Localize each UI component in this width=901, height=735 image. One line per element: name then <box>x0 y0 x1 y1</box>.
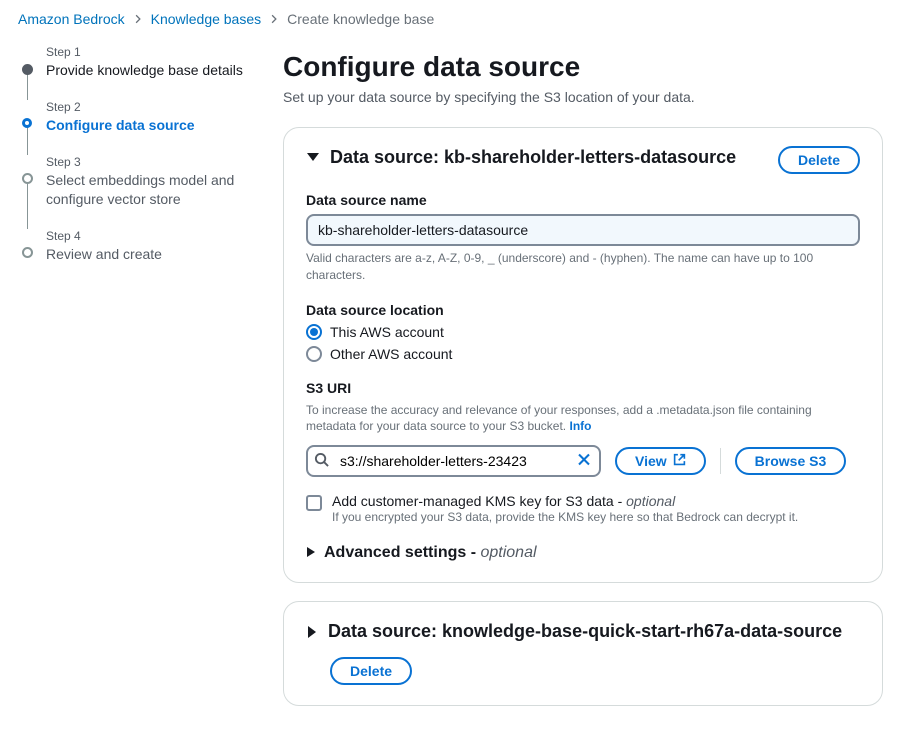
kms-label: Add customer-managed KMS key for S3 data… <box>332 493 798 509</box>
radio-this-account[interactable]: This AWS account <box>306 324 860 340</box>
step-title: Review and create <box>46 245 248 264</box>
caret-right-icon <box>306 545 316 561</box>
caret-right-icon[interactable] <box>306 625 318 639</box>
s3-uri-label: S3 URI <box>306 380 860 396</box>
panel-title: Data source: knowledge-base-quick-start-… <box>328 620 842 643</box>
location-label: Data source location <box>306 302 860 318</box>
info-link[interactable]: Info <box>569 419 591 433</box>
radio-label: This AWS account <box>330 324 444 340</box>
s3-uri-hint: To increase the accuracy and relevance o… <box>306 402 860 436</box>
page-subtitle: Set up your data source by specifying th… <box>283 89 883 105</box>
data-source-panel-2: Data source: knowledge-base-quick-start-… <box>283 601 883 706</box>
advanced-settings-toggle[interactable]: Advanced settings - optional <box>306 544 860 562</box>
view-button[interactable]: View <box>615 447 706 475</box>
step-label: Step 1 <box>46 45 248 59</box>
step-1[interactable]: Step 1 Provide knowledge base details <box>22 45 248 100</box>
data-source-name-hint: Valid characters are a-z, A-Z, 0-9, _ (u… <box>306 250 860 284</box>
clear-icon[interactable] <box>573 449 595 474</box>
radio-checked-icon <box>306 324 322 340</box>
step-4[interactable]: Step 4 Review and create <box>22 229 248 284</box>
search-icon <box>314 452 329 470</box>
breadcrumb-link-kb[interactable]: Knowledge bases <box>151 11 262 27</box>
data-source-name-label: Data source name <box>306 192 860 208</box>
advanced-settings-label: Advanced settings - optional <box>324 544 537 562</box>
browse-s3-button[interactable]: Browse S3 <box>735 447 847 475</box>
kms-hint: If you encrypted your S3 data, provide t… <box>332 509 798 526</box>
breadcrumb-link-bedrock[interactable]: Amazon Bedrock <box>18 11 125 27</box>
s3-uri-input[interactable] <box>306 445 601 477</box>
kms-checkbox[interactable] <box>306 495 322 511</box>
step-bullet-icon <box>22 173 33 184</box>
step-2[interactable]: Step 2 Configure data source <box>22 100 248 155</box>
external-link-icon <box>673 453 686 469</box>
panel-title: Data source: kb-shareholder-letters-data… <box>330 146 736 169</box>
step-bullet-icon <box>22 247 33 258</box>
step-title: Configure data source <box>46 116 248 135</box>
main-content: Configure data source Set up your data s… <box>283 45 883 724</box>
radio-other-account[interactable]: Other AWS account <box>306 346 860 362</box>
step-label: Step 3 <box>46 155 248 169</box>
delete-button[interactable]: Delete <box>778 146 860 174</box>
page-title: Configure data source <box>283 51 883 83</box>
step-3[interactable]: Step 3 Select embeddings model and confi… <box>22 155 248 229</box>
chevron-right-icon <box>269 11 279 27</box>
wizard-steps: Step 1 Provide knowledge base details St… <box>18 45 248 724</box>
delete-button[interactable]: Delete <box>330 657 412 685</box>
data-source-panel-1: Data source: kb-shareholder-letters-data… <box>283 127 883 583</box>
step-bullet-done-icon <box>22 64 33 75</box>
breadcrumb: Amazon Bedrock Knowledge bases Create kn… <box>18 11 883 27</box>
step-label: Step 2 <box>46 100 248 114</box>
step-title: Select embeddings model and configure ve… <box>46 171 248 209</box>
step-bullet-active-icon <box>22 118 32 128</box>
divider <box>720 448 721 474</box>
breadcrumb-current: Create knowledge base <box>287 11 434 27</box>
radio-icon <box>306 346 322 362</box>
data-source-name-input[interactable] <box>306 214 860 246</box>
radio-label: Other AWS account <box>330 346 452 362</box>
caret-down-icon[interactable] <box>306 151 320 163</box>
chevron-right-icon <box>133 11 143 27</box>
step-title: Provide knowledge base details <box>46 61 248 80</box>
step-label: Step 4 <box>46 229 248 243</box>
